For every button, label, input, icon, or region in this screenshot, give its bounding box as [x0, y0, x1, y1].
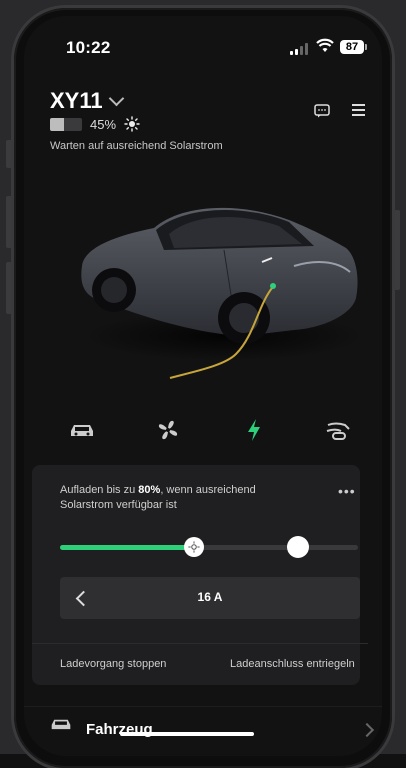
charge-limit-text: 80% [138, 484, 161, 496]
nav-item-vehicle[interactable]: Fahrzeug [24, 706, 382, 751]
mute-switch [6, 140, 12, 168]
description-prefix: Aufladen bis zu [60, 484, 139, 496]
more-options-button[interactable]: ••• [338, 483, 356, 499]
car-icon[interactable] [64, 412, 100, 448]
charging-description: Aufladen bis zu 80%, wenn ausreichend So… [60, 483, 300, 513]
vehicle-battery-icon [50, 117, 82, 131]
vehicle-image [81, 207, 364, 379]
charge-level-fill [60, 545, 195, 550]
app-screen: 10:22 87 XY11 45% Warten auf ausreichend… [24, 16, 382, 756]
fan-icon[interactable] [150, 412, 186, 448]
sun-icon [188, 541, 200, 553]
amperage-stepper: 16 A [60, 577, 360, 619]
volume-down-button [6, 262, 12, 314]
unlock-charge-port-button[interactable]: Ladeanschluss entriegeln [230, 658, 355, 670]
vehicle-selector[interactable]: XY11 [50, 88, 124, 114]
battery-percent: 45% [90, 116, 117, 132]
sun-icon [124, 116, 140, 132]
message-icon[interactable] [314, 104, 330, 118]
status-bar: 10:22 87 [24, 16, 382, 76]
cellular-signal-icon [290, 43, 308, 55]
stop-charging-button[interactable]: Ladevorgang stoppen [60, 658, 166, 670]
device-background: 10:22 87 XY11 45% Warten auf ausreichend… [0, 0, 406, 768]
charge-limit-handle[interactable] [287, 536, 310, 558]
charge-limit-slider[interactable] [60, 536, 358, 558]
charging-panel: Aufladen bis zu 80%, wenn ausreichend So… [32, 465, 368, 685]
car-icon [51, 719, 71, 730]
charging-status-text: Warten auf ausreichend Solarstrom [50, 140, 223, 152]
vehicle-battery-row: 45% [50, 116, 140, 132]
home-indicator[interactable] [120, 732, 254, 736]
vehicle-name: XY11 [50, 88, 103, 113]
wifi-icon [316, 38, 334, 52]
chevron-right-icon [359, 722, 375, 738]
power-button [394, 210, 400, 290]
amperage-value: 16 A [197, 590, 223, 604]
solar-charge-marker [184, 537, 205, 557]
panel-divider [32, 643, 368, 644]
charge-port-icon[interactable] [320, 412, 356, 448]
quick-controls [24, 412, 382, 448]
bolt-icon[interactable] [236, 412, 272, 448]
volume-up-button [6, 196, 12, 248]
clock: 10:22 [66, 38, 111, 57]
chevron-down-icon [108, 90, 124, 106]
phone-battery-icon: 87 [340, 40, 367, 54]
hamburger-menu-icon[interactable] [352, 104, 365, 119]
vehicle-battery-fill [50, 117, 65, 131]
